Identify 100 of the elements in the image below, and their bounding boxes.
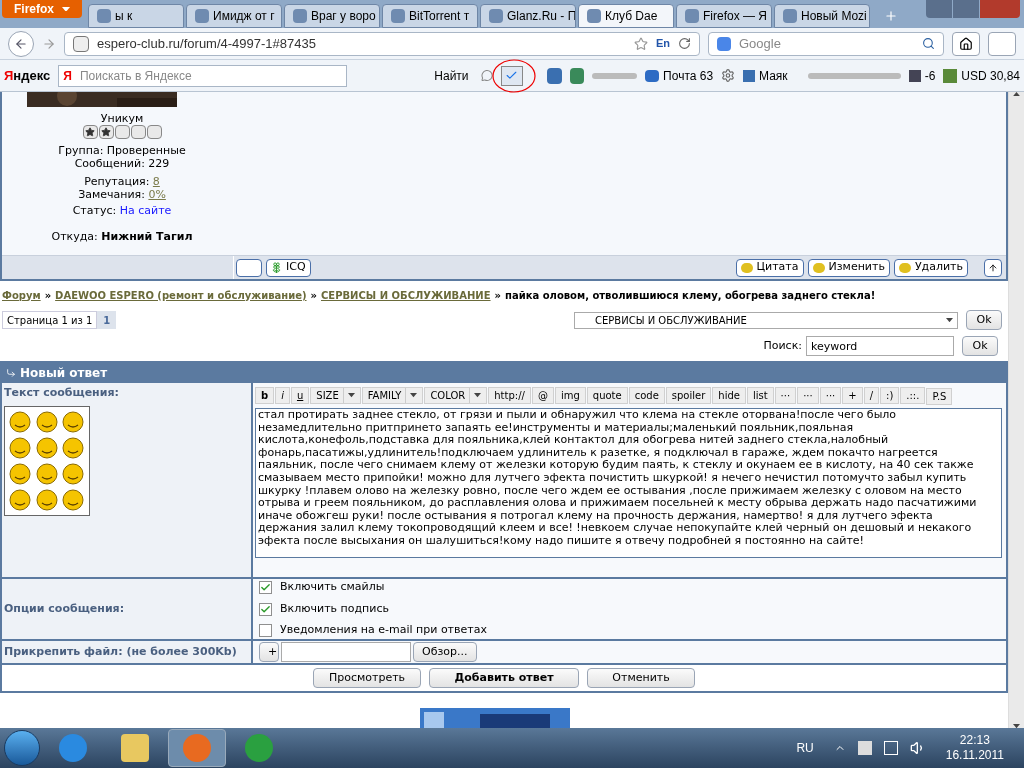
lighthouse-button[interactable]: Маяк (743, 66, 788, 85)
checkbox[interactable] (259, 624, 272, 637)
smiley-icon[interactable] (9, 436, 31, 459)
icq-button[interactable]: ICQ (266, 258, 311, 277)
tab-title: Клуб Dae (605, 8, 658, 25)
post-action-button[interactable]: Удалить (893, 258, 968, 277)
option-label: Уведомления на e-mail при ответах (280, 622, 487, 639)
format-button[interactable]: ··· (819, 387, 842, 404)
browser-tab[interactable]: Имидж от г (186, 4, 282, 28)
checkbox[interactable] (259, 581, 272, 594)
clock-time: 22:13 (959, 733, 990, 748)
caret-icon (946, 317, 953, 323)
page-number[interactable]: 1 (97, 311, 117, 329)
clock[interactable]: 22:13 16.11.2011 (945, 733, 1004, 763)
underline-button[interactable]: u (290, 387, 310, 404)
format-dropdown[interactable]: SIZE (310, 387, 361, 404)
tab-title: Glanz.Ru - П (507, 8, 575, 25)
format-dropdown[interactable]: FAMILY (361, 387, 424, 404)
format-button[interactable]: .::. (900, 387, 926, 404)
file-field[interactable] (281, 642, 411, 662)
smiley-icon[interactable] (9, 462, 31, 485)
browser-tab[interactable]: Новый Mozi (774, 4, 870, 28)
browse-button[interactable]: Обзор... (413, 642, 477, 662)
format-button[interactable]: ··· (774, 387, 797, 404)
yandex-search-field[interactable]: Я Поискать в Яндексе (58, 64, 348, 87)
address-bar[interactable]: espero-club.ru/forum/4-4997-1#87435 En (64, 31, 700, 56)
format-button[interactable]: spoiler (665, 387, 712, 404)
search-field[interactable]: keyword (806, 336, 954, 356)
star-icon[interactable] (633, 36, 648, 51)
search-icon[interactable] (922, 37, 935, 50)
smiley-icon[interactable] (9, 488, 31, 511)
post-action-button[interactable]: Цитата (735, 258, 804, 277)
form-button[interactable]: Отменить (587, 668, 695, 688)
smiley-icon[interactable] (62, 436, 85, 459)
ok-button[interactable]: Ok (966, 310, 1002, 330)
form-button[interactable]: Просмотреть (313, 668, 421, 688)
reload-icon[interactable] (678, 37, 691, 50)
browser-tab[interactable]: Враг у воро (284, 4, 380, 28)
reputation-link[interactable]: 8 (152, 175, 160, 188)
warnings-link[interactable]: 0% (148, 188, 166, 201)
format-button[interactable]: / (863, 387, 879, 404)
browser-tab[interactable]: Firefox — Я (676, 4, 772, 28)
start-button[interactable] (4, 730, 40, 766)
language-indicator[interactable]: RU (796, 739, 814, 757)
format-button[interactable]: :) (880, 387, 900, 404)
browser-tab[interactable]: Клуб Dae (578, 4, 674, 28)
submit-button[interactable]: Добавить ответ (429, 668, 579, 688)
browser-tab[interactable]: ы к (88, 4, 184, 28)
format-button[interactable]: @ (531, 387, 554, 404)
forward-icon[interactable] (42, 36, 56, 51)
find-button[interactable]: Найти (430, 66, 473, 85)
breadcrumb-link[interactable]: СЕРВИСЫ И ОБСЛУЖИВАНИЕ (321, 287, 491, 303)
breadcrumb-link[interactable]: DAEWOO ESPERO (ремонт и обслуживание) (55, 287, 307, 303)
yandex-logo: Яндекс (4, 66, 51, 85)
star-icon (98, 125, 114, 139)
smiley-icon[interactable] (35, 436, 58, 459)
smiley-icon[interactable] (35, 488, 58, 511)
breadcrumb-link[interactable]: Форум (2, 287, 41, 303)
format-button[interactable]: list (746, 387, 774, 404)
status-text: Статус: На сайте (72, 204, 172, 217)
scroll-top-button[interactable] (984, 258, 1002, 277)
home-icon (959, 36, 973, 51)
browser-tab[interactable]: BitTorrent т (382, 4, 478, 28)
checkbox[interactable] (259, 602, 272, 616)
message-field[interactable]: стал протирать заднее стекло, от грязи и пыли и обнаружил что клема на стекле оторвана!после чего было незамедлительно притпринето запаять ее!инструменты и материалы;маленький пояльник,пояльная кислота,конефоль,подставка для пояльника,клей контактол для обогрева нитей заднего стекла,налобный фонарь,пасатижы,удлинитель!подключаем удлинитель к разетке, я подключал в гараже, ждем покачто нагреется паяльник, после чего снимаем клему от железки которую будим паять, к стеклу и окунаем ее в кислоту, на 40 сек также смазываем место припойки! можно для лутчего эфекта почистить шкуркой! я нечего нечистил потомучто забыл купить шкурку !плавем олово на железку ровно, после чего ждем ее остывания ,после прижимаем железку с оловом на место отрыва и греем пояльником, до расплавления олова и прижимаем посельней к месту обрыва держать надо пасчатижими иначе обожгеш руки! после остывания я потрогал клему на прочность держания, намертво! я для лутчего эфекта держания залил клему токопроводящий клеем и все! !невкоем случае непокупайте клей черный он дешовый и некакого эфекта после высыхания он шалушиться!кому надо пишите я отвечу подробней я постоянно на сайте! (255, 408, 1002, 558)
tab-title: Firefox — Я (703, 8, 768, 25)
format-button[interactable]: http:// (488, 387, 531, 404)
format-dropdown[interactable]: COLOR (424, 387, 488, 404)
webcam-button[interactable] (236, 258, 262, 277)
post-action-button[interactable]: Изменить (807, 258, 890, 277)
web-search-field[interactable]: Google (708, 31, 944, 56)
group-text: Группа: Проверенные (58, 144, 186, 157)
smiley-icon[interactable] (35, 410, 58, 433)
bookmarks-button[interactable] (988, 31, 1016, 56)
spellcheck-icon[interactable] (500, 65, 523, 86)
format-button[interactable]: quote (586, 387, 628, 404)
smiley-icon[interactable] (9, 410, 31, 433)
format-button[interactable]: ··· (797, 387, 819, 404)
smiley-icon[interactable] (62, 462, 85, 485)
smiley-icon[interactable] (62, 410, 85, 433)
yandex-icon: Я (63, 66, 72, 85)
mail-button[interactable]: Почта 63 (645, 66, 714, 85)
breadcrumb-separator: » (310, 288, 317, 303)
format-button[interactable]: P.S (926, 388, 953, 405)
italic-button[interactable]: i (275, 387, 290, 404)
ok-button[interactable]: Ok (962, 336, 998, 356)
format-button[interactable]: code (628, 387, 665, 404)
add-file-button[interactable]: + (259, 642, 279, 662)
field-label: Текст сообщения: (4, 385, 120, 401)
browser-tab[interactable]: Glanz.Ru - П (480, 4, 576, 28)
format-button[interactable]: + (842, 387, 863, 404)
scrollbar[interactable] (1008, 92, 1024, 728)
gear-icon[interactable] (721, 68, 736, 83)
smiley-icon[interactable] (62, 488, 85, 511)
forum-select[interactable]: СЕРВИСЫ И ОБСЛУЖИВАНИЕ (574, 311, 958, 329)
bold-button[interactable]: b (255, 387, 275, 404)
home-button[interactable] (952, 31, 980, 56)
format-button[interactable]: img (554, 387, 586, 404)
smiley-icon[interactable] (35, 462, 58, 485)
format-button[interactable]: hide (712, 387, 746, 404)
